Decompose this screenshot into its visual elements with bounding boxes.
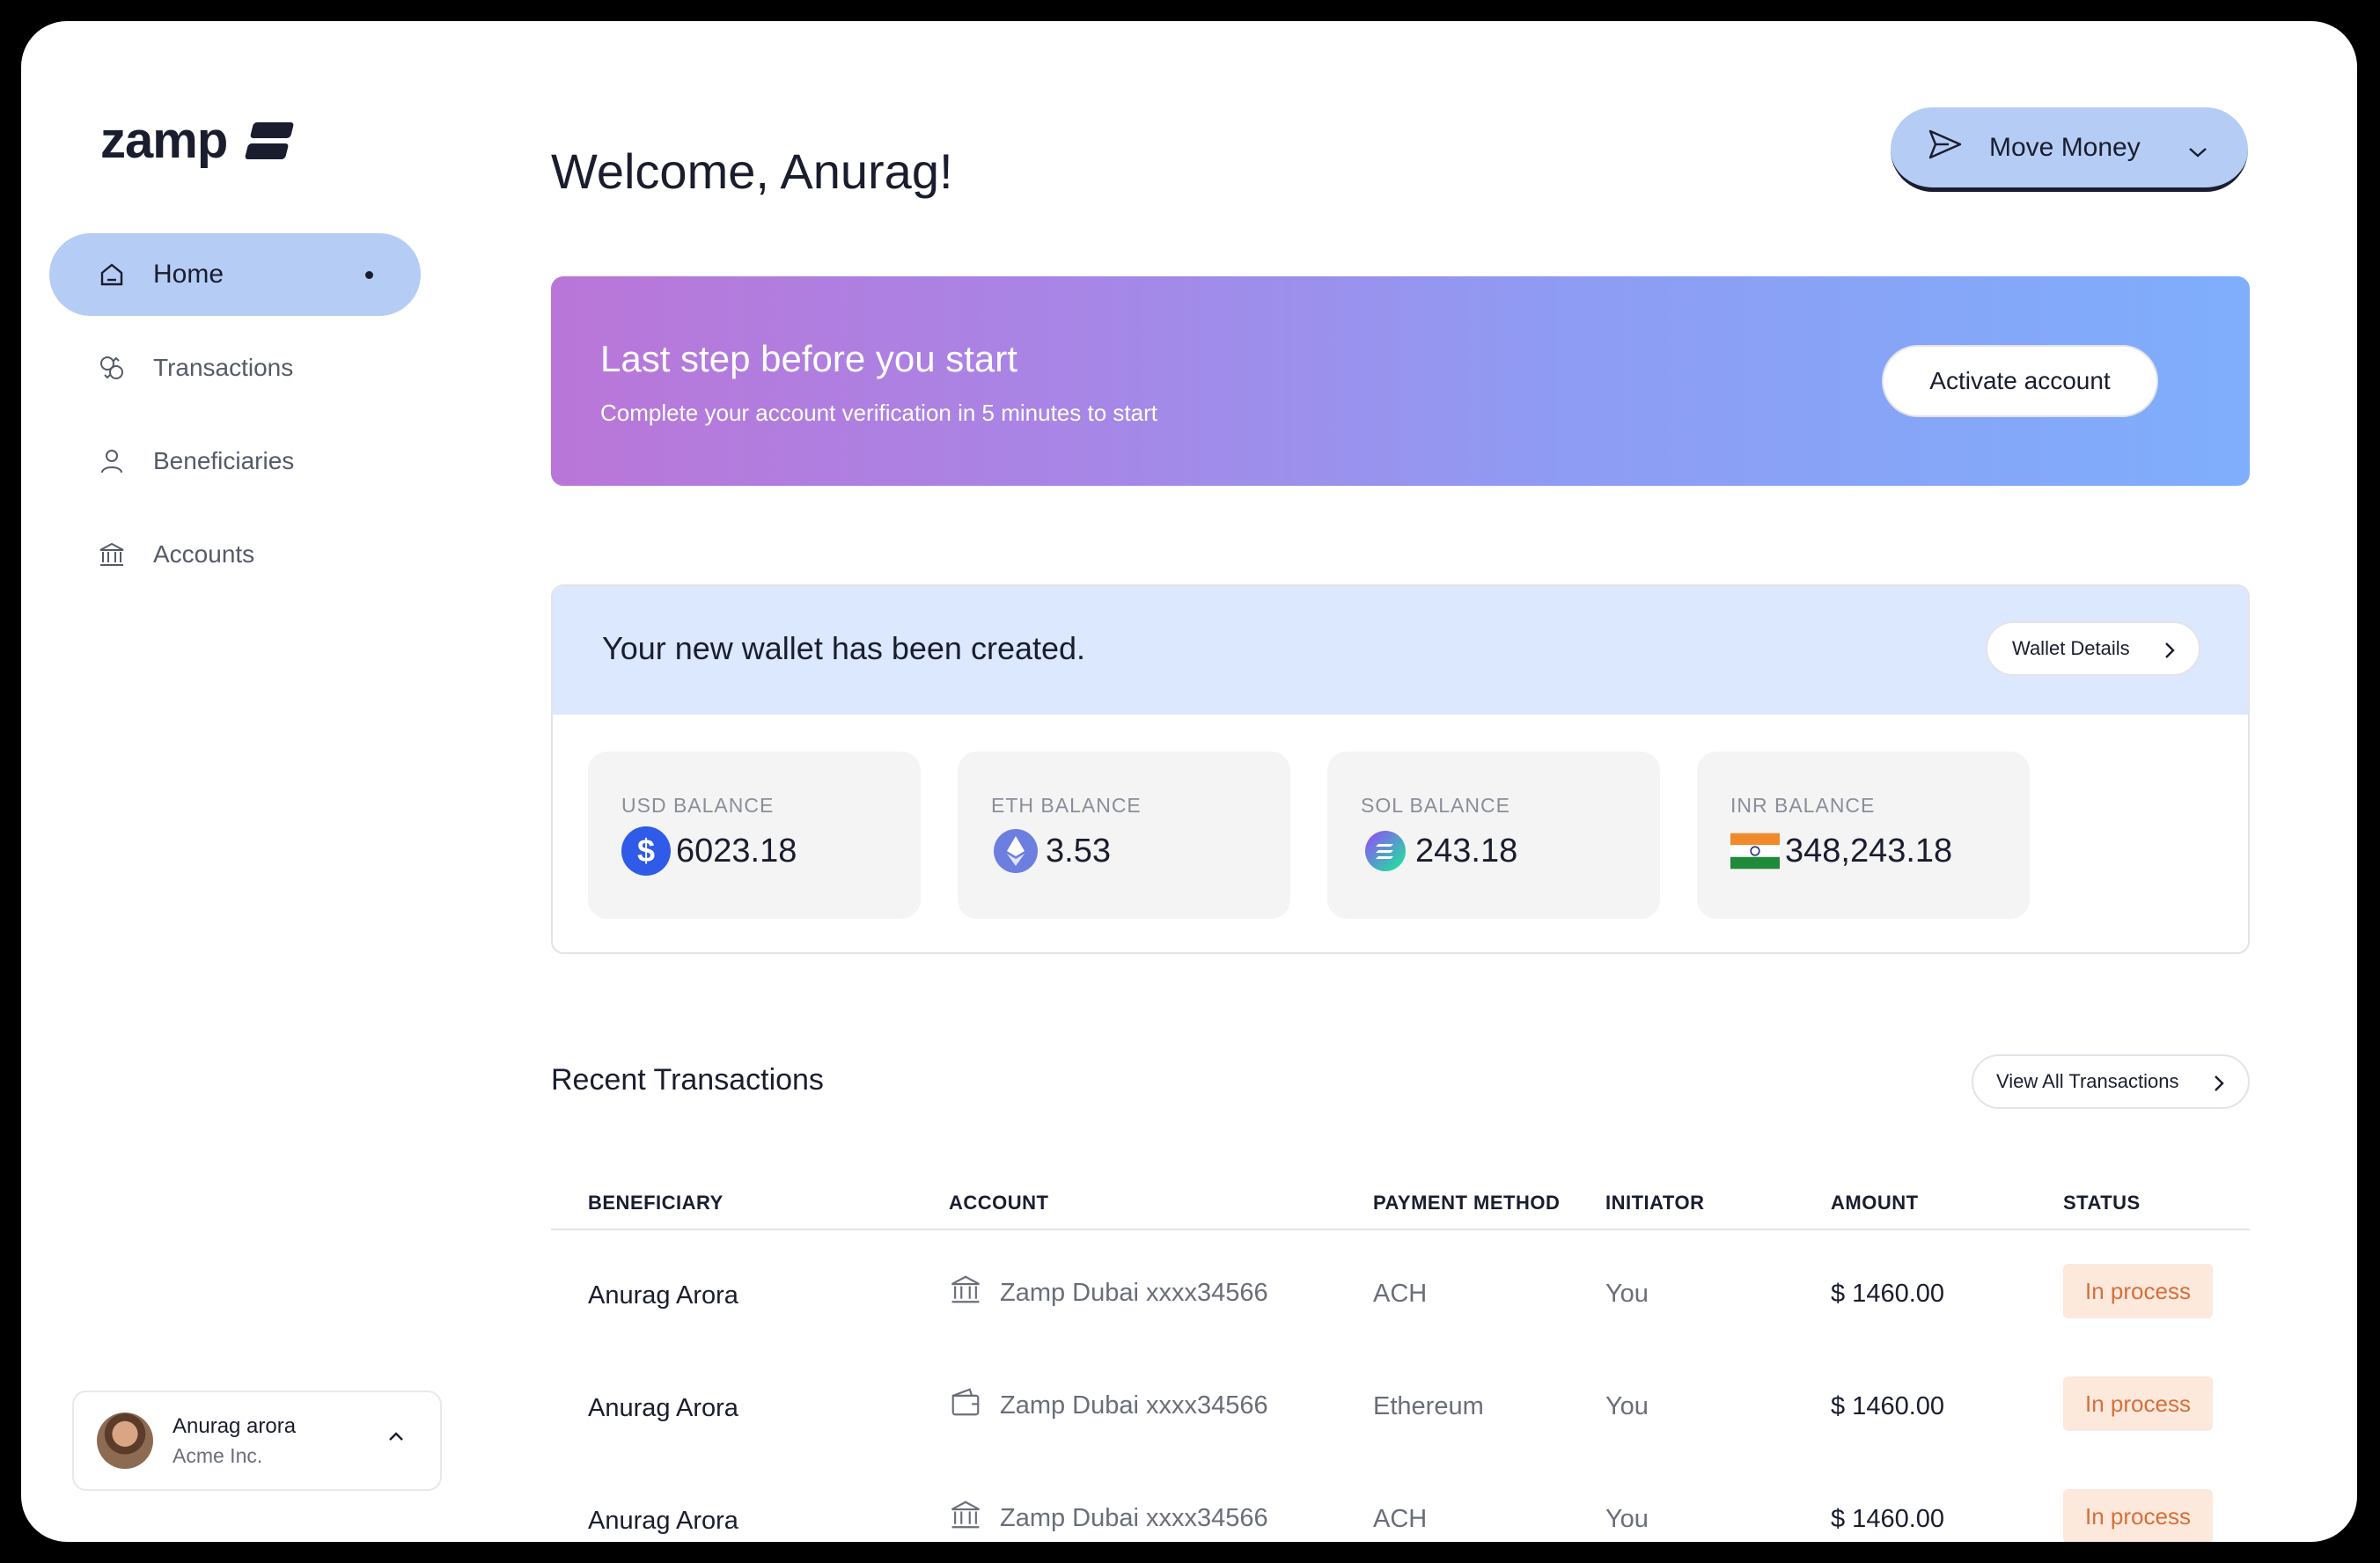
- sidebar-item-label: Transactions: [153, 354, 294, 381]
- status-badge: In process: [2063, 1376, 2213, 1431]
- user-icon: [97, 446, 127, 476]
- avatar: [97, 1413, 153, 1469]
- balance-label: ETH BALANCE: [991, 794, 1142, 817]
- balance-value: 6023.18: [676, 832, 797, 870]
- wallet-header: Your new wallet has been created. Wallet…: [553, 586, 2248, 715]
- chevron-right-icon: [2213, 1074, 2225, 1098]
- logo-mark-icon: [245, 121, 295, 161]
- activate-account-button[interactable]: Activate account: [1882, 345, 2158, 417]
- column-header-account[interactable]: ACCOUNT: [949, 1192, 1049, 1214]
- wallet-card: Your new wallet has been created. Wallet…: [551, 584, 2250, 954]
- sidebar-item-label: Accounts: [153, 540, 255, 568]
- wallet-details-label: Wallet Details: [2012, 637, 2130, 659]
- account-cell: Zamp Dubai xxxx34566: [949, 1273, 1268, 1313]
- wallet-icon: [949, 1385, 982, 1426]
- banner-title: Last step before you start: [600, 338, 1017, 379]
- column-header-beneficiary[interactable]: BENEFICIARY: [588, 1192, 724, 1214]
- chevron-down-icon: [2186, 137, 2209, 167]
- recent-transactions-title: Recent Transactions: [551, 1063, 824, 1097]
- payment-method-cell: Ethereum: [1373, 1392, 1484, 1420]
- dollar-icon: $: [621, 826, 671, 876]
- bank-icon: [949, 1498, 982, 1538]
- beneficiary-cell: Anurag Arora: [588, 1281, 738, 1310]
- column-header-amount[interactable]: AMOUNT: [1831, 1192, 1919, 1214]
- wallet-title: Your new wallet has been created.: [602, 630, 1086, 666]
- balance-card-usd: USD BALANCE $ 6023.18: [588, 752, 921, 919]
- beneficiary-cell: Anurag Arora: [588, 1507, 738, 1535]
- balance-value: 3.53: [1046, 832, 1111, 870]
- view-all-label: View All Transactions: [1996, 1070, 2179, 1092]
- status-badge: In process: [2063, 1264, 2213, 1318]
- india-flag-icon: [1730, 826, 1780, 876]
- sidebar-item-beneficiaries[interactable]: Beneficiaries: [49, 420, 421, 503]
- account-cell: Zamp Dubai xxxx34566: [949, 1498, 1268, 1538]
- balance-value: 348,243.18: [1785, 832, 1953, 870]
- sidebar-item-home[interactable]: Home: [49, 233, 421, 316]
- move-money-button[interactable]: Move Money: [1891, 107, 2248, 192]
- column-header-payment-method[interactable]: PAYMENT METHOD: [1373, 1192, 1560, 1214]
- table-row[interactable]: Anurag Arora Zamp Dubai xxxx34566 ACH Yo…: [551, 1456, 2250, 1542]
- view-all-transactions-button[interactable]: View All Transactions: [1972, 1054, 2250, 1109]
- amount-cell: $ 1460.00: [1831, 1505, 1945, 1533]
- amount-cell: $ 1460.00: [1831, 1280, 1945, 1308]
- status-badge: In process: [2063, 1489, 2213, 1542]
- balance-list: USD BALANCE $ 6023.18 ETH BALANCE 3.53 S…: [588, 752, 2030, 919]
- transactions-table: BENEFICIARY ACCOUNT PAYMENT METHOD INITI…: [551, 1169, 2250, 1542]
- account-text: Zamp Dubai xxxx34566: [1000, 1503, 1268, 1532]
- wallet-details-button[interactable]: Wallet Details: [1986, 621, 2200, 676]
- profile-menu[interactable]: Anurag arora Acme Inc.: [72, 1391, 442, 1491]
- account-cell: Zamp Dubai xxxx34566: [949, 1385, 1268, 1426]
- send-icon: [1928, 128, 1963, 167]
- payment-method-cell: ACH: [1373, 1280, 1428, 1308]
- sidebar-item-label: Beneficiaries: [153, 447, 295, 474]
- column-header-initiator[interactable]: INITIATOR: [1605, 1192, 1704, 1214]
- zamp-logo[interactable]: zamp: [100, 111, 295, 170]
- balance-value: 243.18: [1415, 832, 1518, 870]
- svg-text:$: $: [637, 833, 655, 869]
- app-window: zamp Home Transactions Beneficiaries Acc…: [21, 21, 2357, 1542]
- account-text: Zamp Dubai xxxx34566: [1000, 1278, 1268, 1307]
- profile-org: Acme Inc.: [173, 1443, 263, 1467]
- account-text: Zamp Dubai xxxx34566: [1000, 1391, 1268, 1420]
- sidebar-item-label: Home: [153, 260, 224, 289]
- payment-method-cell: ACH: [1373, 1505, 1428, 1533]
- table-header: BENEFICIARY ACCOUNT PAYMENT METHOD INITI…: [551, 1169, 2250, 1230]
- profile-name: Anurag arora: [173, 1413, 297, 1438]
- sidebar-nav: Home Transactions Beneficiaries Accounts: [49, 233, 421, 606]
- column-header-status[interactable]: STATUS: [2063, 1192, 2141, 1214]
- chevron-right-icon: [2163, 641, 2176, 665]
- banner-subtitle: Complete your account verification in 5 …: [600, 400, 1157, 426]
- balance-card-inr: INR BALANCE 348,243.18: [1697, 752, 2030, 919]
- chevron-up-icon: [386, 1429, 407, 1448]
- home-icon: [97, 260, 127, 290]
- balance-label: USD BALANCE: [621, 794, 775, 817]
- initiator-cell: You: [1605, 1280, 1649, 1308]
- balance-card-eth: ETH BALANCE 3.53: [958, 752, 1290, 919]
- sidebar-item-transactions[interactable]: Transactions: [49, 327, 421, 409]
- balance-label: INR BALANCE: [1730, 794, 1876, 817]
- ethereum-icon: [991, 826, 1040, 876]
- logo-wordmark: zamp: [100, 112, 228, 169]
- activation-banner: Last step before you start Complete your…: [551, 276, 2250, 486]
- initiator-cell: You: [1605, 1505, 1649, 1533]
- beneficiary-cell: Anurag Arora: [588, 1394, 738, 1422]
- move-money-label: Move Money: [1989, 132, 2141, 162]
- solana-icon: [1361, 826, 1410, 876]
- table-row[interactable]: Anurag Arora Zamp Dubai xxxx34566 ACH Yo…: [551, 1230, 2250, 1343]
- page-title: Welcome, Anurag!: [551, 143, 953, 199]
- sidebar-item-accounts[interactable]: Accounts: [49, 513, 421, 596]
- table-row[interactable]: Anurag Arora Zamp Dubai xxxx34566 Ethere…: [551, 1343, 2250, 1456]
- active-indicator: [365, 271, 373, 279]
- balance-card-sol: SOL BALANCE 243.18: [1327, 752, 1660, 919]
- transactions-icon: [97, 353, 127, 383]
- bank-icon: [949, 1273, 982, 1313]
- bank-icon: [97, 539, 127, 569]
- balance-label: SOL BALANCE: [1361, 794, 1510, 817]
- amount-cell: $ 1460.00: [1831, 1392, 1945, 1420]
- initiator-cell: You: [1605, 1392, 1649, 1420]
